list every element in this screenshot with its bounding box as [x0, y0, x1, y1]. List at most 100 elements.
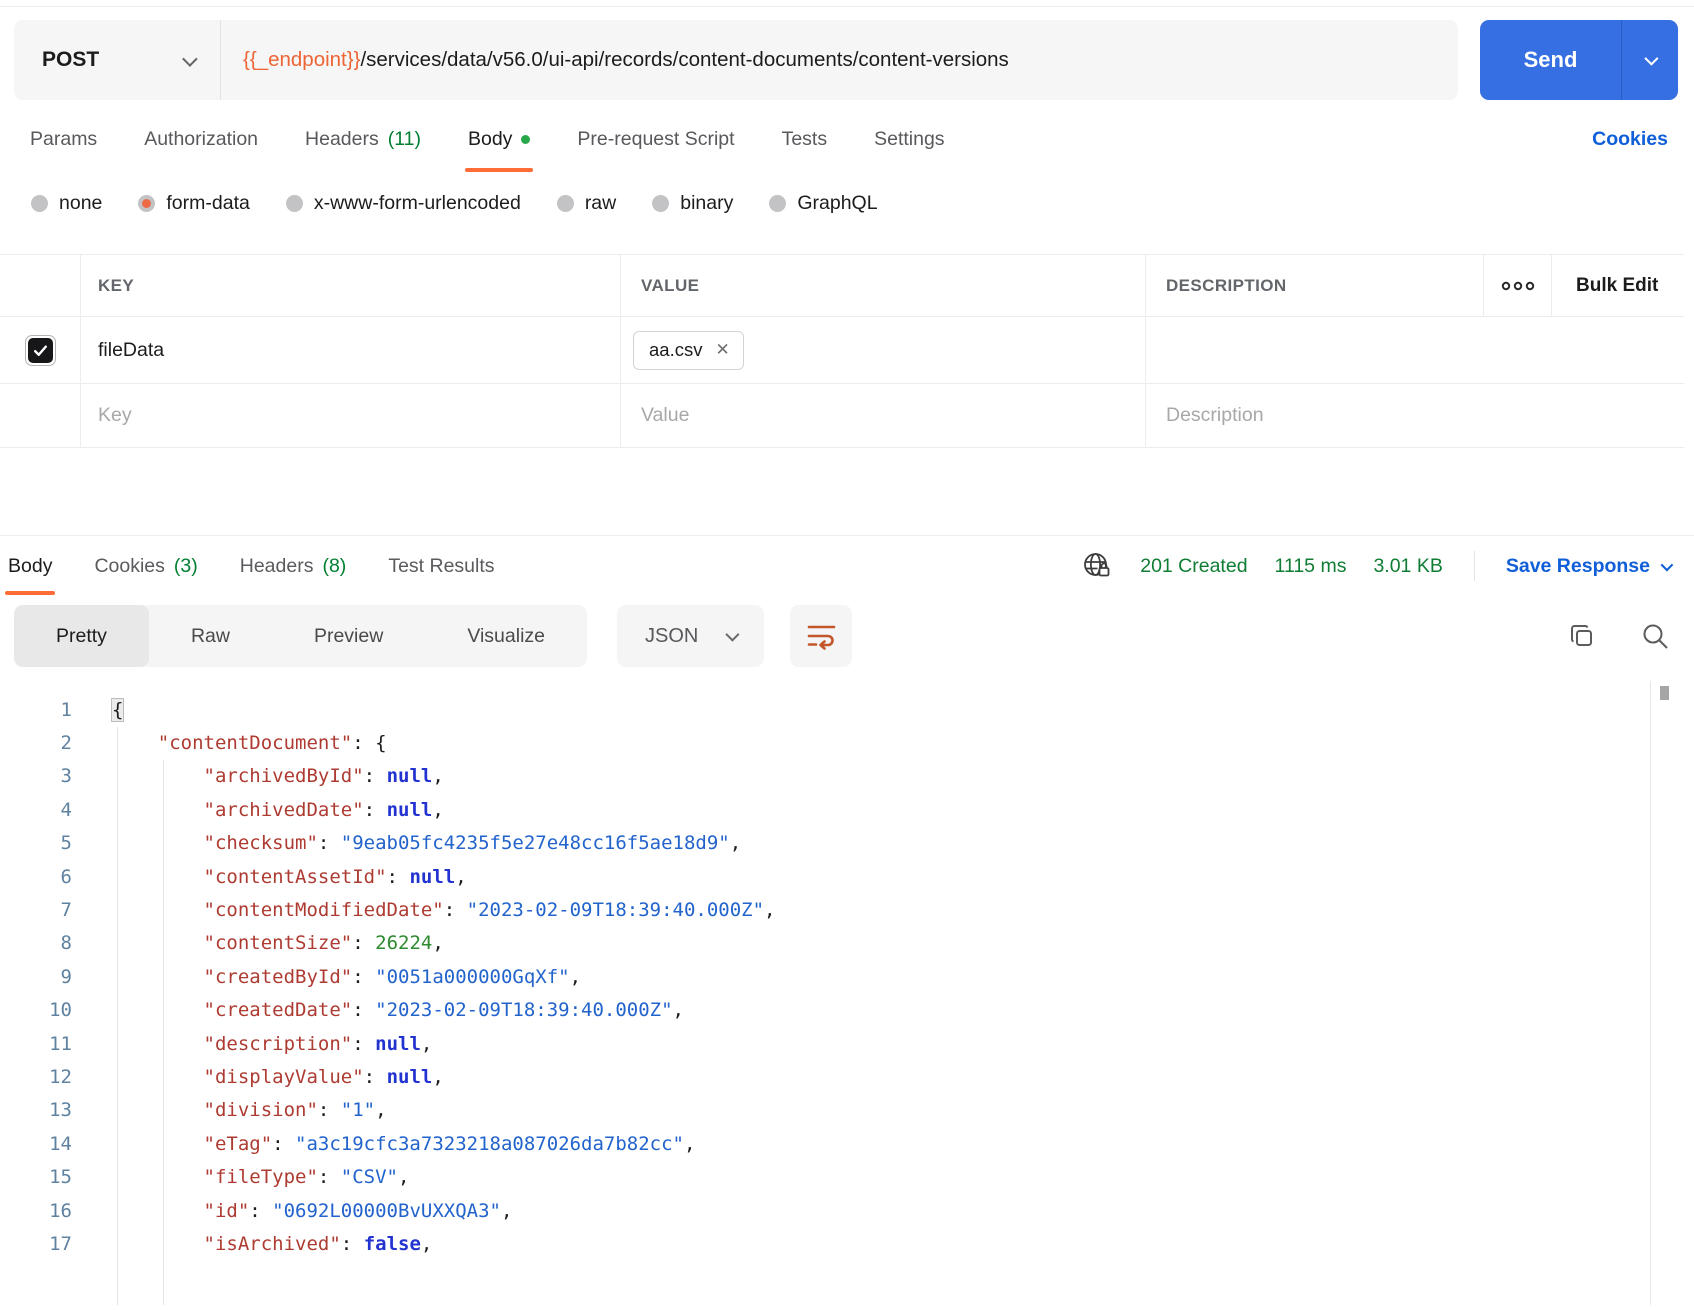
response-body-viewer: 1{2 "contentDocument": {3 "archivedById"…: [0, 681, 1694, 1305]
code-text: "contentDocument": {: [157, 732, 387, 755]
more-options-icon[interactable]: [1484, 255, 1552, 316]
response-time[interactable]: 1115 ms: [1275, 555, 1347, 578]
radio-icon: [31, 194, 48, 212]
code-line: 5 "checksum": "9eab05fc4235f5e27e48cc16f…: [0, 827, 1694, 860]
format-select[interactable]: JSON: [617, 605, 765, 667]
format-label: JSON: [645, 624, 699, 647]
view-tab-raw[interactable]: Raw: [149, 605, 272, 667]
code-text: "createdDate": "2023-02-09T18:39:40.000Z…: [203, 999, 684, 1022]
value-column-header: VALUE: [621, 255, 1146, 316]
key-column-header: KEY: [81, 255, 621, 316]
row-checkbox-cell: [0, 317, 81, 383]
tab-pre-request-script[interactable]: Pre-request Script: [577, 100, 734, 178]
body-present-dot: [521, 134, 531, 144]
tab-settings[interactable]: Settings: [874, 100, 944, 178]
tab-body[interactable]: Body: [464, 100, 534, 178]
code-text: "checksum": "9eab05fc4235f5e27e48cc16f5a…: [203, 832, 742, 855]
code-text: {: [112, 698, 124, 721]
response-tab-headers[interactable]: Headers (8): [240, 536, 347, 596]
chevron-down-icon: [1644, 51, 1659, 66]
response-toolbar: Pretty Raw Preview Visualize JSON: [14, 605, 1670, 667]
send-label[interactable]: Send: [1480, 20, 1621, 100]
chevron-down-icon: [725, 627, 740, 642]
tab-headers[interactable]: Headers (11): [305, 100, 421, 178]
line-number: 16: [49, 1199, 72, 1222]
body-mode-graphql[interactable]: GraphQL: [769, 191, 878, 215]
body-mode-form-data[interactable]: form-data: [138, 192, 250, 215]
body-mode-radios: none form-data x-www-form-urlencoded raw bin…: [0, 178, 1694, 228]
key-input[interactable]: [98, 404, 594, 427]
code-text: "archivedById": null,: [203, 765, 444, 788]
description-input[interactable]: [1166, 338, 1659, 362]
copy-icon[interactable]: [1568, 622, 1596, 650]
method-url-group: POST {{_endpoint}}/services/data/v56.0/u…: [14, 20, 1458, 100]
response-tab-body[interactable]: Body: [4, 536, 56, 596]
cookies-link[interactable]: Cookies: [1592, 128, 1668, 151]
status-badge[interactable]: 201 Created: [1140, 555, 1247, 578]
request-url-bar: POST {{_endpoint}}/services/data/v56.0/u…: [14, 20, 1678, 100]
body-mode-label: raw: [584, 191, 617, 214]
tab-label: Authorization: [144, 127, 259, 150]
body-mode-raw[interactable]: raw: [556, 191, 617, 215]
value-input[interactable]: [641, 404, 1120, 427]
value-cell: aa.csv ✕: [621, 317, 1146, 383]
body-mode-label: GraphQL: [797, 191, 878, 214]
table-placeholder-row: [0, 384, 1684, 448]
pane-top-border: [0, 0, 1694, 7]
row-checkbox[interactable]: [24, 334, 56, 366]
wrap-text-button[interactable]: [790, 605, 853, 667]
response-size[interactable]: 3.01 KB: [1373, 555, 1442, 578]
line-number: 2: [60, 732, 72, 755]
code-line: 17 "isArchived": false,: [0, 1227, 1694, 1260]
tab-authorization[interactable]: Authorization: [144, 100, 258, 178]
code-line: 4 "archivedDate": null,: [0, 793, 1694, 826]
tab-label: Body: [467, 127, 513, 150]
tab-label: Headers: [239, 554, 314, 577]
code-line: 3 "archivedById": null,: [0, 760, 1694, 793]
bulk-edit-button[interactable]: Bulk Edit: [1552, 255, 1684, 316]
request-tabs-list: Params Authorization Headers (11) Body Pre-re…: [30, 100, 945, 178]
tab-tests[interactable]: Tests: [782, 100, 828, 178]
wrap-text-icon: [808, 625, 836, 650]
tab-params[interactable]: Params: [30, 100, 97, 178]
tab-label: Test Results: [388, 554, 495, 577]
file-chip-label: aa.csv: [649, 338, 703, 360]
body-mode-none[interactable]: none: [31, 192, 102, 215]
scrollbar-track[interactable]: [1650, 681, 1674, 1305]
view-tab-visualize[interactable]: Visualize: [425, 605, 587, 667]
code-line: 7 "contentModifiedDate": "2023-02-09T18:…: [0, 893, 1694, 926]
view-tab-pretty[interactable]: Pretty: [14, 605, 149, 667]
view-tab-preview[interactable]: Preview: [272, 605, 425, 667]
key-input[interactable]: [98, 338, 594, 362]
code-text: "isArchived": false,: [203, 1232, 433, 1255]
code-line: 10 "createdDate": "2023-02-09T18:39:40.0…: [0, 994, 1694, 1027]
code-line: 2 "contentDocument": {: [0, 726, 1694, 759]
method-select[interactable]: POST: [14, 20, 220, 100]
code-lines: 1{2 "contentDocument": {3 "archivedById"…: [0, 681, 1694, 1261]
description-input[interactable]: [1166, 404, 1659, 427]
remove-file-icon[interactable]: ✕: [715, 341, 729, 358]
key-cell: [81, 317, 621, 383]
response-tabs-list: Body Cookies (3) Headers (8) Test Results: [4, 536, 495, 596]
send-button[interactable]: Send: [1480, 20, 1678, 100]
body-mode-binary[interactable]: binary: [652, 192, 733, 215]
code-line: 16 "id": "0692L00000BvUXXQA3",: [0, 1194, 1694, 1227]
save-response-button[interactable]: Save Response: [1506, 555, 1674, 578]
body-mode-label: x-www-form-urlencoded: [313, 191, 521, 214]
response-tab-cookies[interactable]: Cookies (3): [94, 536, 197, 596]
line-number: 1: [60, 698, 72, 721]
response-tab-test-results[interactable]: Test Results: [388, 536, 494, 596]
tab-label: Cookies: [94, 554, 165, 577]
code-text: "archivedDate": null,: [203, 798, 444, 821]
globe-lock-icon[interactable]: [1081, 550, 1113, 582]
search-icon[interactable]: [1640, 621, 1670, 651]
code-text: "contentAssetId": null,: [203, 865, 467, 888]
code-line: 15 "fileType": "CSV",: [0, 1160, 1694, 1193]
send-options-button[interactable]: [1621, 20, 1678, 100]
url-input[interactable]: {{_endpoint}}/services/data/v56.0/ui-api…: [220, 20, 1458, 100]
code-text: "division": "1",: [203, 1099, 387, 1122]
toolbar-icons: [1568, 621, 1670, 651]
scrollbar-thumb[interactable]: [1660, 686, 1669, 700]
body-mode-x-www-form-urlencoded[interactable]: x-www-form-urlencoded: [285, 191, 521, 215]
tab-label: Body: [8, 554, 53, 577]
